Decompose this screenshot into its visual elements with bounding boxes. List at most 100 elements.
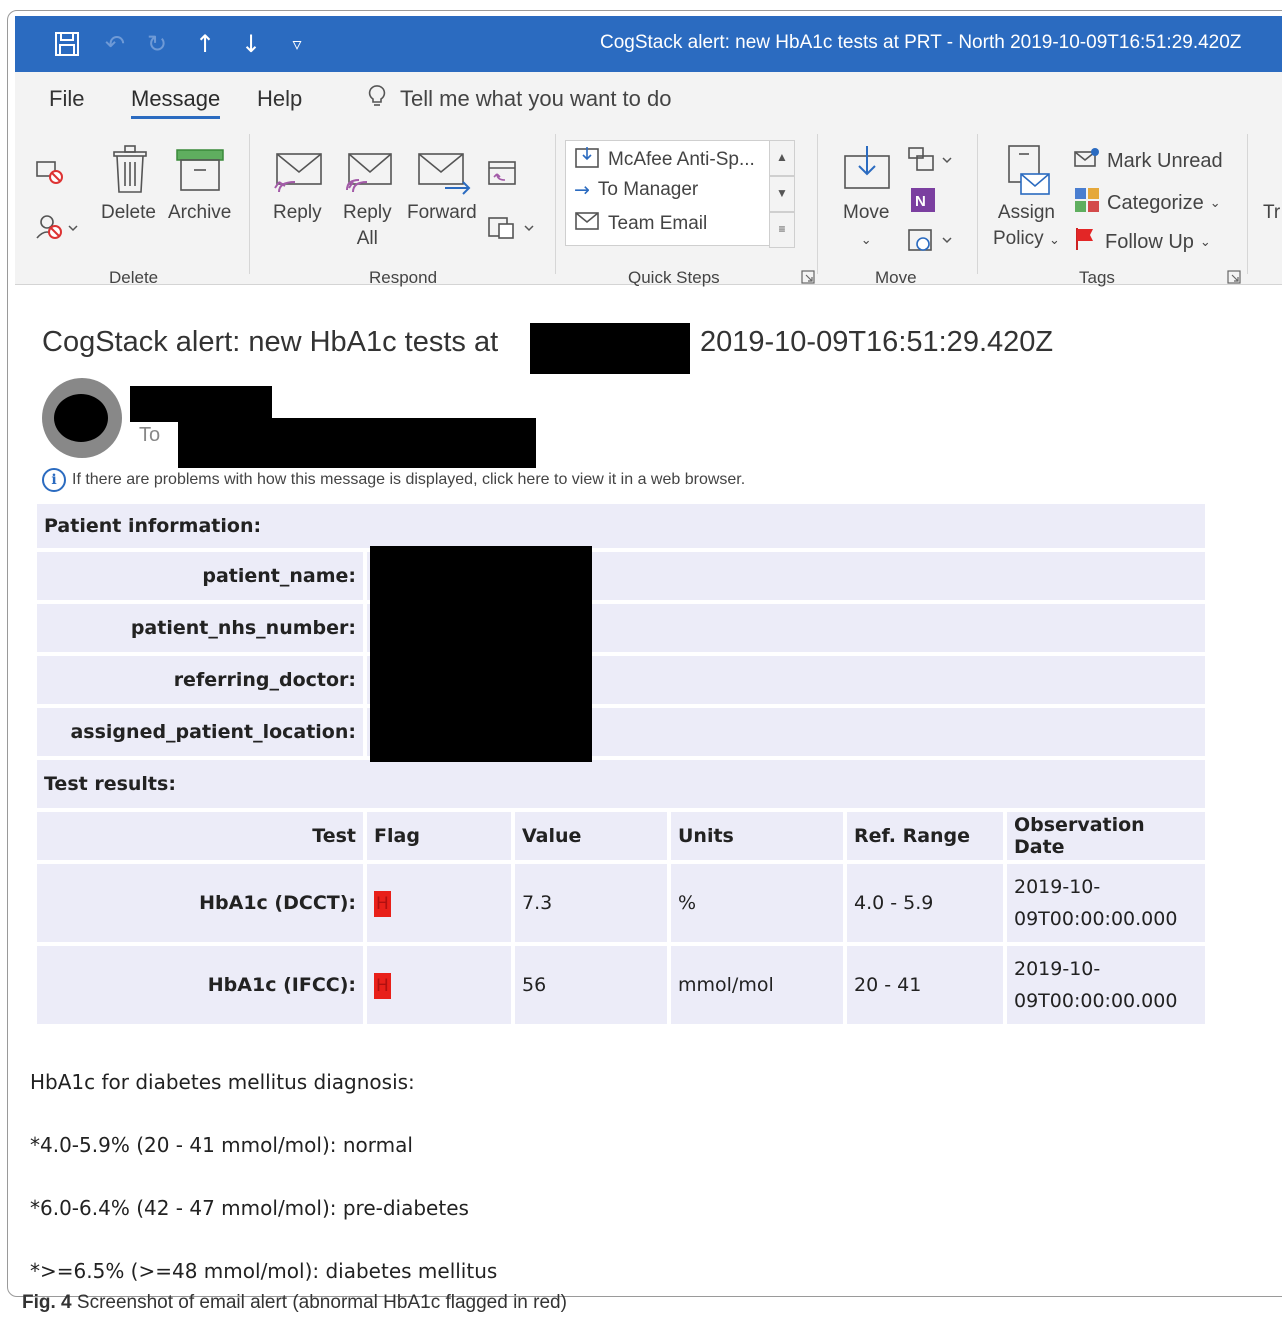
save-icon[interactable]	[47, 16, 87, 72]
group-label-quick-steps: Quick Steps	[628, 268, 720, 287]
reply-button[interactable]: Reply	[273, 200, 322, 226]
chevron-down-icon: ⌄	[1199, 234, 1211, 250]
figure-label: Fig. 4	[22, 1292, 72, 1313]
date-line: 2019-10-	[1014, 876, 1101, 898]
quick-step-label: McAfee Anti-Sp...	[608, 149, 755, 170]
move-label: Move	[843, 202, 890, 223]
notes-title: HbA1c for diabetes mellitus diagnosis:	[30, 1070, 415, 1094]
table-row: HbA1c (DCCT): H 7.3 % 4.0 - 5.9 2019-10-…	[37, 864, 1205, 942]
group-separator	[977, 134, 978, 274]
next-item-icon[interactable]: ↓	[231, 16, 271, 72]
figure-caption-text: Screenshot of email alert (abnormal HbA1…	[76, 1292, 567, 1313]
quick-steps-scroll-up[interactable]: ▲	[769, 140, 795, 176]
forward-button[interactable]: Forward	[407, 200, 477, 226]
quick-steps-expand[interactable]: ≡	[769, 212, 795, 248]
window-title: CogStack alert: new HbA1c tests at PRT -…	[600, 32, 1242, 53]
units-cell: %	[671, 864, 843, 942]
svg-text:N: N	[915, 193, 926, 210]
reply-all-icon	[343, 150, 395, 201]
high-flag-badge: H	[374, 973, 391, 999]
date-line: 09T00:00:00.000	[1014, 908, 1178, 930]
quick-step-label: To Manager	[597, 179, 699, 200]
info-icon: i	[42, 468, 66, 492]
field-label: patient_name:	[37, 552, 363, 600]
quick-steps-scroll-down[interactable]: ▼	[769, 176, 795, 212]
meeting-reply-icon[interactable]	[487, 158, 519, 193]
avatar-redaction	[54, 394, 108, 442]
note-line: *6.0-6.4% (42 - 47 mmol/mol): pre-diabet…	[30, 1196, 469, 1220]
previous-item-icon[interactable]: ↑	[185, 16, 225, 72]
group-separator	[555, 134, 556, 274]
column-header: Units	[671, 812, 843, 860]
undo-icon[interactable]: ↶	[95, 16, 135, 72]
table-row: HbA1c (IFCC): H 56 mmol/mol 20 - 41 2019…	[37, 946, 1205, 1024]
tab-message[interactable]: Message	[131, 86, 221, 119]
quick-step-mcafee[interactable]: McAfee Anti-Sp...	[574, 145, 755, 175]
actions-icon[interactable]	[907, 226, 955, 259]
archive-button[interactable]: Archive	[168, 200, 231, 226]
subject-prefix: CogStack alert: new HbA1c tests at	[42, 326, 499, 358]
field-label: assigned_patient_location:	[37, 708, 363, 756]
assign-policy-icon	[1005, 144, 1051, 203]
test-name: HbA1c (IFCC):	[37, 946, 363, 1024]
email-body: Patient information: patient_name: patie…	[33, 500, 1209, 1028]
translate-button-cut-off[interactable]: Tr	[1263, 200, 1280, 226]
assign-label-2: Policy	[993, 228, 1044, 249]
reply-all-button[interactable]: Reply All	[343, 200, 392, 252]
forward-icon	[417, 150, 471, 201]
mark-unread-label: Mark Unread	[1107, 149, 1223, 172]
assign-policy-button[interactable]: Assign Policy ⌄	[993, 200, 1060, 254]
reply-all-label-1: Reply	[343, 202, 392, 223]
group-separator	[249, 134, 250, 274]
onenote-icon[interactable]: N	[909, 186, 937, 219]
group-separator	[1247, 134, 1248, 274]
move-button[interactable]: Move ⌄	[843, 200, 889, 254]
lightbulb-icon	[368, 84, 386, 114]
info-text: If there are problems with how this mess…	[72, 471, 746, 488]
delete-icon	[110, 144, 150, 201]
group-label-move: Move	[875, 268, 917, 287]
redo-icon[interactable]: ↻	[137, 16, 177, 72]
quick-steps-gallery: McAfee Anti-Sp... → To Manager Team Emai…	[565, 140, 795, 246]
note-line: *>=6.5% (>=48 mmol/mol): diabetes mellit…	[30, 1259, 498, 1283]
title-bar: ↶ ↻ ↑ ↓ ▿ CogStack alert: new HbA1c test…	[15, 16, 1282, 72]
categorize-label: Categorize	[1107, 191, 1204, 214]
group-separator	[817, 134, 818, 274]
ignore-icon[interactable]	[35, 158, 65, 191]
junk-icon[interactable]	[35, 212, 79, 247]
high-flag-badge: H	[374, 891, 391, 917]
value-cell: 7.3	[515, 864, 667, 942]
chevron-down-icon: ⌄	[1209, 195, 1221, 211]
dialog-launcher-icon[interactable]	[801, 270, 815, 289]
tab-file[interactable]: File	[49, 86, 84, 112]
categorize-button[interactable]: Categorize ⌄	[1073, 186, 1221, 220]
reply-icon	[273, 150, 325, 201]
chevron-down-icon: ⌄	[1048, 233, 1060, 248]
mark-unread-button[interactable]: Mark Unread	[1073, 146, 1223, 176]
tab-help[interactable]: Help	[257, 86, 302, 112]
group-label-tags: Tags	[1079, 268, 1115, 287]
categorize-icon	[1073, 186, 1101, 220]
ribbon: Delete Archive Delete Reply Reply All Fo…	[15, 124, 1282, 287]
info-bar[interactable]: i If there are problems with how this me…	[42, 468, 745, 492]
follow-up-button[interactable]: Follow Up ⌄	[1073, 226, 1211, 258]
quick-step-team-email[interactable]: Team Email	[574, 211, 707, 237]
redacted-sender	[130, 386, 272, 422]
flag-icon	[1073, 226, 1099, 258]
date-line: 09T00:00:00.000	[1014, 990, 1178, 1012]
delete-button[interactable]: Delete	[101, 200, 156, 226]
redacted-recipient	[178, 418, 536, 468]
quick-step-to-manager[interactable]: → To Manager	[574, 179, 698, 201]
dialog-launcher-icon[interactable]	[1227, 270, 1241, 289]
field-label: referring_doctor:	[37, 656, 363, 704]
note-line: *4.0-5.9% (20 - 41 mmol/mol): normal	[30, 1133, 413, 1157]
more-respond-icon[interactable]	[487, 212, 537, 247]
tell-me-search[interactable]: Tell me what you want to do	[368, 84, 671, 114]
column-header: Test	[37, 812, 363, 860]
rules-icon[interactable]	[907, 146, 955, 179]
redacted-patient-details	[370, 546, 592, 762]
customize-toolbar-icon[interactable]: ▿	[277, 16, 317, 72]
units-cell: mmol/mol	[671, 946, 843, 1024]
test-name: HbA1c (DCCT):	[37, 864, 363, 942]
envelope-icon	[574, 211, 600, 237]
